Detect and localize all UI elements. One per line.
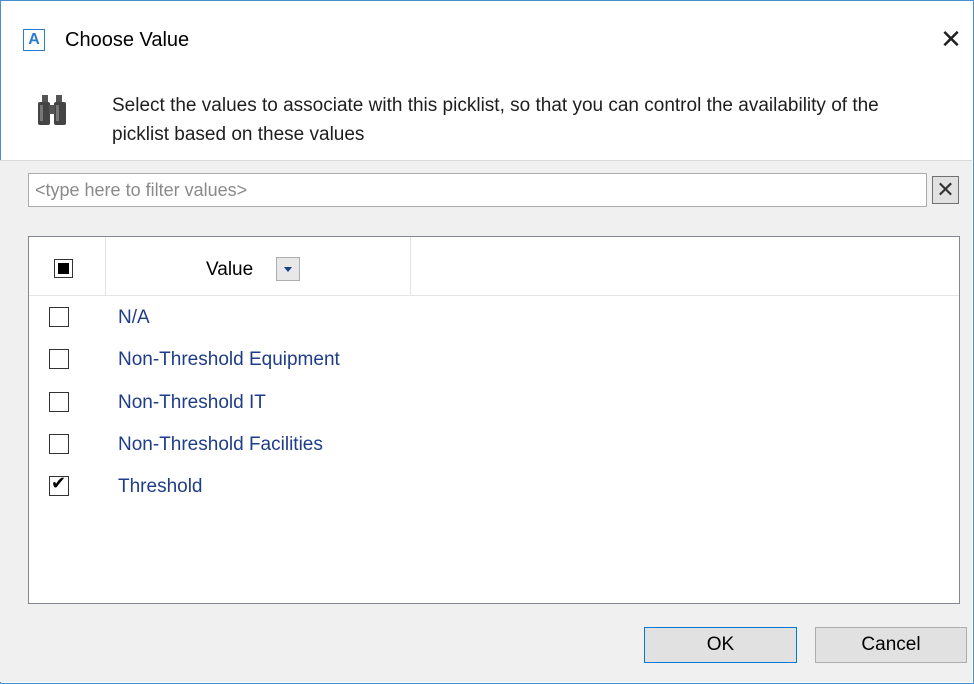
row-value-label: Non-Threshold Equipment [118,349,340,370]
cancel-button[interactable]: Cancel [815,627,967,663]
row-checkbox[interactable] [49,307,69,327]
grid-header: Value [29,237,959,296]
list-item[interactable]: Non-Threshold Facilities [29,424,959,466]
dialog-description: Select the values to associate with this… [112,95,879,145]
row-checkbox[interactable] [49,434,69,454]
value-column-label: Value [206,259,254,280]
values-grid: Value N/A Non-Threshold Equipment Non-Thre… [28,236,960,604]
app-icon: A [23,29,45,51]
row-value-label: N/A [118,307,150,328]
select-all-cell [29,237,106,295]
row-value-label: Threshold [118,476,203,497]
clear-filter-button[interactable]: ✕ [932,176,959,204]
window-title: Choose Value [65,29,190,51]
indeterminate-mark [58,263,69,274]
row-value-label: Non-Threshold Facilities [118,434,323,455]
list-item[interactable]: N/A [29,297,959,339]
row-value-label: Non-Threshold IT [118,392,266,413]
row-checkbox[interactable]: ✔ [49,473,69,496]
select-all-checkbox[interactable] [54,259,73,278]
column-filter-dropdown[interactable] [276,257,300,281]
ok-button[interactable]: OK [644,627,797,663]
close-button[interactable]: ✕ [937,25,965,53]
title-bar: A Choose Value ✕ [1,1,973,53]
list-item[interactable]: Non-Threshold IT [29,382,959,424]
list-item[interactable]: Non-Threshold Equipment [29,339,959,381]
row-checkbox[interactable] [49,349,69,369]
list-item[interactable]: ✔ Threshold [29,466,959,508]
binoculars-icon [38,95,66,125]
row-checkbox[interactable] [49,392,69,412]
filter-input[interactable] [28,173,927,207]
checkmark-icon: ✔ [51,473,67,494]
chevron-down-icon [284,267,292,272]
value-column-header[interactable]: Value [106,237,411,295]
